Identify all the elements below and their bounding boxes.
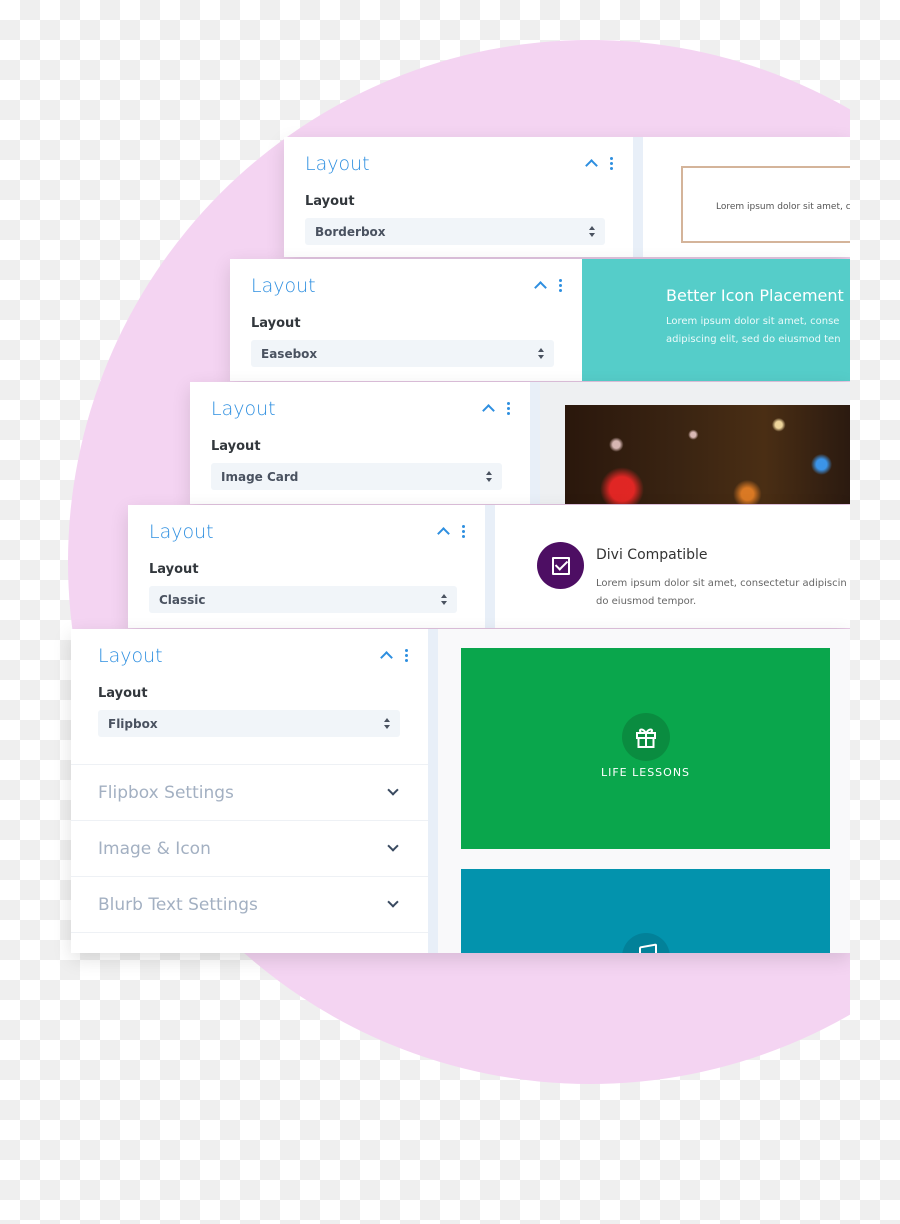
more-options-icon[interactable]: [462, 525, 465, 538]
layout-row-classic: Layout Layout Classic Divi Compatible Lo…: [128, 505, 850, 628]
settings-panel: Layout Layout Flipbox Flipbox Settings I…: [71, 629, 438, 953]
layout-field-label: Layout: [98, 686, 148, 701]
layout-select[interactable]: Classic: [149, 586, 457, 613]
panel-actions: [482, 402, 510, 417]
panel-title: Layout: [98, 645, 163, 667]
collapse-chevron-up-icon[interactable]: [585, 159, 598, 172]
layout-select[interactable]: Flipbox: [98, 710, 400, 737]
layout-field-label: Layout: [305, 194, 355, 209]
panel-actions: [437, 525, 465, 540]
panel-title: Layout: [251, 275, 316, 297]
chevron-down-icon: [387, 784, 399, 796]
borderbox-card: Lorem ipsum dolor sit amet, c: [681, 166, 850, 243]
panel-title: Layout: [149, 521, 214, 543]
layout-select-value: Classic: [159, 592, 206, 607]
classic-body-line: Lorem ipsum dolor sit amet, consectetur …: [596, 578, 847, 589]
toggle-blurb-text-settings[interactable]: Blurb Text Settings: [71, 876, 428, 933]
layout-select-value: Image Card: [221, 469, 299, 484]
panel-actions: [380, 649, 408, 664]
more-options-icon[interactable]: [405, 649, 408, 662]
toggle-label: Blurb Text Settings: [98, 895, 258, 915]
toggle-flipbox-settings[interactable]: Flipbox Settings: [71, 764, 428, 821]
more-options-icon[interactable]: [559, 279, 562, 292]
settings-panel: Layout Layout Image Card: [190, 382, 540, 504]
flipbox-preview: LIFE LESSONS: [438, 629, 850, 953]
classic-body-line: do eiusmod tempor.: [596, 596, 697, 607]
layout-row-flipbox: Layout Layout Flipbox Flipbox Settings I…: [71, 629, 850, 953]
toggle-label: Image & Icon: [98, 839, 211, 859]
layout-select-value: Flipbox: [108, 716, 158, 731]
layout-select[interactable]: Borderbox: [305, 218, 605, 245]
select-arrows-icon: [589, 226, 595, 237]
settings-panel: Layout Layout Borderbox: [284, 137, 643, 257]
classic-title: Divi Compatible: [596, 547, 708, 563]
layout-select-value: Borderbox: [315, 224, 386, 239]
toggle-label: Flipbox Settings: [98, 783, 234, 803]
select-arrows-icon: [538, 348, 544, 359]
chevron-down-icon: [387, 896, 399, 908]
more-options-icon[interactable]: [610, 157, 613, 170]
layout-select-value: Easebox: [261, 346, 318, 361]
collapse-chevron-up-icon[interactable]: [534, 281, 547, 294]
flipbox-front-label: LIFE LESSONS: [600, 766, 691, 779]
settings-panel: Layout Layout Classic: [128, 505, 495, 628]
layout-field-label: Layout: [251, 316, 301, 331]
stage: Layout Layout Borderbox Lorem ipsum dolo…: [0, 0, 850, 1224]
bokeh-photo: [565, 405, 850, 504]
easebox-body: Lorem ipsum dolor sit amet, conse adipis…: [666, 313, 841, 349]
borderbox-preview: Lorem ipsum dolor sit amet, c: [643, 137, 850, 257]
layout-row-borderbox: Layout Layout Borderbox Lorem ipsum dolo…: [284, 137, 850, 257]
layout-select[interactable]: Image Card: [211, 463, 502, 490]
collapse-chevron-up-icon[interactable]: [437, 527, 450, 540]
panel-title: Layout: [211, 398, 276, 420]
layout-row-image-card: Layout Layout Image Card: [190, 382, 850, 504]
toggle-image-icon[interactable]: Image & Icon: [71, 820, 428, 877]
classic-preview: Divi Compatible Lorem ipsum dolor sit am…: [495, 505, 850, 628]
panel-actions: [534, 279, 562, 294]
flipbox-back-card: [461, 869, 830, 953]
more-options-icon[interactable]: [507, 402, 510, 415]
chevron-down-icon: [387, 840, 399, 852]
classic-body: Lorem ipsum dolor sit amet, consectetur …: [596, 575, 847, 611]
panel-title: Layout: [305, 153, 370, 175]
borderbox-text: Lorem ipsum dolor sit amet, c: [716, 202, 850, 212]
layout-field-label: Layout: [211, 439, 261, 454]
easebox-body-line: Lorem ipsum dolor sit amet, conse: [666, 316, 840, 327]
layout-select[interactable]: Easebox: [251, 340, 554, 367]
settings-panel: Layout Layout Easebox: [230, 259, 592, 381]
easebox-title: Better Icon Placement: [666, 286, 844, 305]
layout-row-easebox: Layout Layout Easebox Better Icon Placem…: [230, 259, 850, 381]
select-arrows-icon: [486, 471, 492, 482]
select-arrows-icon: [384, 718, 390, 729]
flipbox-front-card: LIFE LESSONS: [461, 648, 830, 849]
collapse-chevron-up-icon[interactable]: [380, 651, 393, 664]
layout-field-label: Layout: [149, 562, 199, 577]
collapse-chevron-up-icon[interactable]: [482, 404, 495, 417]
easebox-body-line: adipiscing elit, sed do eiusmod ten: [666, 334, 841, 345]
image-card-preview: [540, 382, 850, 504]
panel-actions: [585, 157, 613, 172]
checkbox-icon: [537, 542, 584, 589]
select-arrows-icon: [441, 594, 447, 605]
easebox-preview: Better Icon Placement Lorem ipsum dolor …: [592, 259, 850, 381]
gift-icon: [622, 713, 670, 761]
panel-divider: [71, 932, 428, 954]
